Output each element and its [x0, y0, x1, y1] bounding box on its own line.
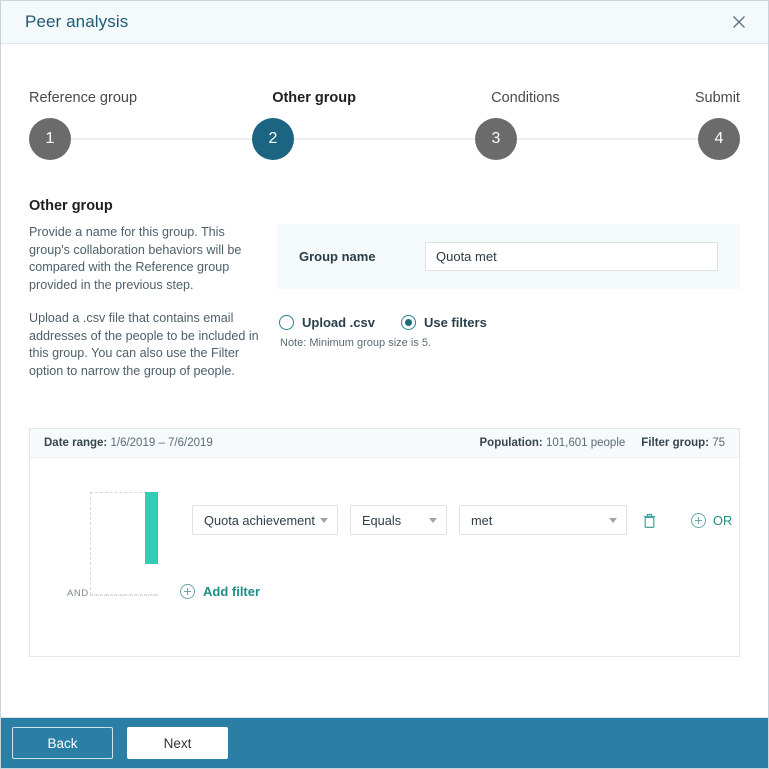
step-label-2[interactable]: Other group — [272, 90, 356, 106]
page-title: Peer analysis — [25, 12, 129, 31]
radio-option-upload-csv[interactable]: Upload .csv — [279, 315, 375, 330]
filter-panel: Date range: 1/6/2019 – 7/6/2019 Populati… — [29, 428, 740, 657]
stepper-circles: 1 2 3 4 — [29, 118, 740, 160]
dialog-titlebar: Peer analysis — [1, 1, 768, 44]
radio-icon-upload-csv — [279, 315, 294, 330]
form-column: Group name Upload .csv Use filters Note:… — [277, 224, 740, 349]
filter-rule-row: Quota achievement Equals met OR — [192, 505, 732, 535]
radio-label-use-filters: Use filters — [423, 315, 487, 330]
filter-panel-body: AND Quota achievement Equals met OR Add … — [30, 458, 739, 656]
filter-panel-header: Date range: 1/6/2019 – 7/6/2019 Populati… — [30, 429, 739, 458]
stepper-track: 1 2 3 4 — [29, 118, 740, 160]
plus-circle-icon — [691, 512, 706, 528]
stepper-labels: Reference group Other group Conditions S… — [29, 90, 740, 106]
filter-attribute-select[interactable]: Quota achievement — [192, 505, 338, 535]
add-filter-button[interactable]: Add filter — [180, 584, 260, 599]
chevron-down-icon — [609, 518, 617, 523]
population-label: Population: — [479, 437, 543, 449]
date-range-label: Date range: — [44, 437, 108, 449]
section-heading: Other group — [29, 198, 113, 214]
back-button[interactable]: Back — [12, 727, 113, 759]
date-range-value: 1/6/2019 – 7/6/2019 — [110, 437, 213, 449]
filter-value-select[interactable]: met — [459, 505, 627, 535]
filter-value-value: met — [471, 512, 493, 528]
step-circle-1[interactable]: 1 — [29, 118, 71, 160]
next-button[interactable]: Next — [127, 727, 228, 759]
or-label: OR — [713, 512, 733, 528]
chevron-down-icon — [429, 518, 437, 523]
step-label-4[interactable]: Submit — [695, 90, 740, 106]
radio-label-upload-csv: Upload .csv — [302, 315, 375, 330]
group-name-label: Group name — [299, 249, 376, 264]
population-display: Population: 101,601 people — [480, 437, 626, 449]
minimum-size-note: Note: Minimum group size is 5. — [280, 337, 431, 349]
filter-rule-zone: AND Quota achievement Equals met OR Add … — [67, 484, 739, 634]
filter-group-display: Filter group: 75 — [641, 437, 725, 449]
chevron-down-icon — [320, 518, 328, 523]
group-name-input[interactable] — [425, 242, 718, 271]
content-columns: Provide a name for this group. This grou… — [29, 224, 740, 396]
add-or-condition-button[interactable]: OR — [691, 512, 733, 528]
and-group-dotted-line — [90, 595, 157, 596]
step-label-1[interactable]: Reference group — [29, 90, 137, 106]
and-operator-label: AND — [67, 588, 89, 599]
plus-circle-icon — [180, 584, 195, 599]
filter-group-value: 75 — [712, 437, 725, 449]
dialog-footer: Back Next — [1, 717, 768, 768]
date-range-display: Date range: 1/6/2019 – 7/6/2019 — [44, 437, 480, 449]
step-label-3[interactable]: Conditions — [491, 90, 560, 106]
group-name-panel: Group name — [277, 224, 740, 289]
step-circle-3[interactable]: 3 — [475, 118, 517, 160]
main-content: Other group Provide a name for this grou… — [1, 198, 768, 396]
trash-icon[interactable] — [642, 512, 657, 529]
peer-analysis-dialog: Peer analysis Reference group Other grou… — [0, 0, 769, 769]
filter-group-bar — [145, 492, 158, 564]
population-value: 101,601 people — [545, 437, 626, 449]
add-filter-label: Add filter — [203, 584, 261, 599]
wizard-stepper: Reference group Other group Conditions S… — [1, 90, 768, 160]
close-icon[interactable] — [726, 9, 752, 35]
step-circle-4[interactable]: 4 — [698, 118, 740, 160]
description-column: Provide a name for this group. This grou… — [29, 224, 277, 396]
filter-group-label: Filter group: — [641, 437, 709, 449]
description-paragraph-2: Upload a .csv file that contains email a… — [29, 311, 259, 378]
source-radio-group: Upload .csv Use filters — [279, 315, 740, 330]
step-circle-2[interactable]: 2 — [252, 118, 294, 160]
radio-icon-use-filters — [400, 315, 416, 330]
filter-operator-value: Equals — [362, 512, 402, 528]
description-paragraph-1: Provide a name for this group. This grou… — [29, 225, 242, 292]
filter-panel-stats: Population: 101,601 people Filter group:… — [480, 437, 725, 449]
radio-option-use-filters[interactable]: Use filters — [400, 315, 487, 330]
filter-attribute-value: Quota achievement — [204, 512, 315, 528]
filter-operator-select[interactable]: Equals — [350, 505, 447, 535]
